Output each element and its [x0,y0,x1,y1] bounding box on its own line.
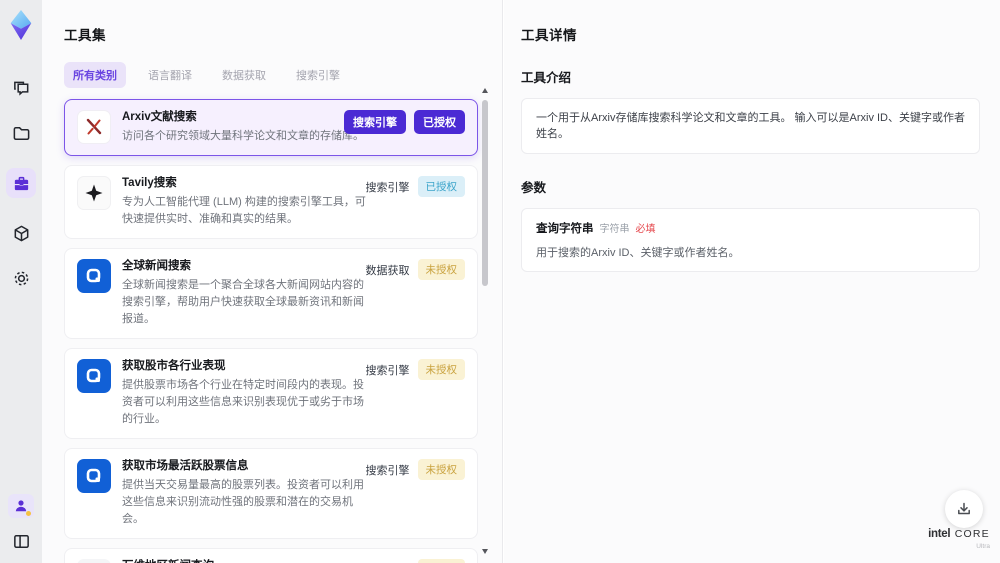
scrollbar-thumb[interactable] [482,100,488,286]
page-title: 工具集 [64,28,106,43]
tool-detail-panel: 工具详情 工具介绍 一个用于从Arxiv存储库搜索科学论文和文章的工具。 输入可… [504,0,1000,563]
app-window: 工具集 所有类别 语言翻译 数据获取 搜索引擎 Arxiv文献搜索 访问各个研究… [0,0,1000,563]
qblue-icon [77,459,111,493]
auth-status-badge: 未授权 [417,459,465,480]
tool-description: 全球新闻搜索是一个聚合全球各大新闻网站内容的搜索引擎，帮助用户快速获取全球最新资… [122,279,364,325]
sidebar-nav [6,78,36,288]
list-scrollbar [481,86,489,556]
tool-card[interactable]: Tavily搜索 专为人工智能代理 (LLM) 构建的搜索引擎工具，可快速提供实… [64,165,478,239]
tool-tags: 搜索引擎 已授权 [365,176,465,198]
tool-card[interactable]: Arxiv文献搜索 访问各个研究领域大量科学论文和文章的存储库。 搜索引擎 已授… [64,99,478,156]
status-dot [26,511,31,516]
intro-heading: 工具介绍 [521,71,572,85]
intel-core-logo: intel CORE Ultra [922,527,996,553]
toolbox-icon[interactable] [6,168,36,198]
parameter-type: 字符串 [599,224,630,235]
download-button[interactable] [945,490,983,528]
intro-text-box: 一个用于从Arxiv存储库搜索科学论文和文章的工具。 输入可以是Arxiv ID… [521,98,980,154]
tool-description: 专为人工智能代理 (LLM) 构建的搜索引擎工具，可快速提供实时、准确和真实的结… [122,196,366,225]
tool-card[interactable]: 获取股市各行业表现 提供股票市场各个行业在特定时间段内的表现。投资者可以利用这些… [64,348,478,439]
params-heading: 参数 [521,181,547,195]
sidebar-bottom [8,494,34,551]
tool-category-tag: 搜索引擎 [365,465,410,477]
cube-icon[interactable] [11,223,31,243]
category-tabs: 所有类别 语言翻译 数据获取 搜索引擎 [64,62,502,88]
tool-tags: 数据获取 未授权 [365,259,465,281]
category-tab[interactable]: 数据获取 [214,62,274,88]
folder-icon[interactable] [11,123,31,143]
chat-icon[interactable] [11,78,31,98]
auth-status-badge: 未授权 [417,359,465,380]
arxiv-icon [77,110,111,144]
auth-status-badge: 未授权 [417,559,465,563]
core-wordmark: CORE [954,528,990,540]
qblue-icon [77,259,111,293]
tool-description: 访问各个研究领域大量科学论文和文章的存储库。 [122,130,364,142]
parameter-header: 查询字符串 字符串 必填 [536,220,965,236]
tool-category-tag: 搜索引擎 [366,559,410,563]
qblue-icon [77,359,111,393]
category-tab[interactable]: 搜索引擎 [288,62,348,88]
tool-category-tag: 搜索引擎 [365,182,410,194]
panel-toggle-icon[interactable] [11,531,31,551]
auth-status-badge: 已授权 [414,110,465,134]
auth-status-badge: 已授权 [417,176,465,197]
tool-category-tag: 搜索引擎 [344,110,406,134]
app-logo-icon [10,10,32,40]
sidebar [0,0,42,563]
tavily-icon [77,176,111,210]
parameter-description: 用于搜索的Arxiv ID、关键字或作者姓名。 [536,247,740,259]
tool-description: 提供当天交易量最高的股票列表。投资者可以利用这些信息来识别流动性强的股票和潜在的… [122,479,364,525]
settings-gear-icon[interactable] [11,268,31,288]
user-avatar-icon[interactable] [8,494,34,518]
tool-card[interactable]: 获取市场最活跃股票信息 提供当天交易量最高的股票列表。投资者可以利用这些信息来识… [64,448,478,539]
detail-title: 工具详情 [521,28,577,43]
scroll-up-arrow-icon[interactable] [482,88,488,93]
tool-list: Arxiv文献搜索 访问各个研究领域大量科学论文和文章的存储库。 搜索引擎 已授… [64,99,478,563]
tool-card[interactable]: 万维地区新闻查询 查询具体行政区划内的新闻，快速了解各地新闻动 搜索引擎 未授权 [64,548,478,563]
download-icon [958,502,970,515]
tool-category-tag: 搜索引擎 [365,365,410,377]
intel-wordmark: intel [928,528,951,540]
toolset-panel: 工具集 所有类别 语言翻译 数据获取 搜索引擎 Arxiv文献搜索 访问各个研究… [42,0,503,563]
scroll-down-arrow-icon[interactable] [482,549,488,554]
auth-status-badge: 未授权 [417,259,465,280]
tool-description: 提供股票市场各个行业在特定时间段内的表现。投资者可以利用这些信息来识别表现优于或… [122,379,364,425]
tool-tags: 搜索引擎 未授权 [365,359,465,381]
parameter-name: 查询字符串 [536,223,594,235]
parameter-required-flag: 必填 [635,224,656,235]
tool-tags: 搜索引擎 未授权 [366,559,465,563]
core-sub-label: Ultra [976,543,990,550]
building-icon [77,559,111,563]
tool-category-tag: 数据获取 [365,265,410,277]
category-tab[interactable]: 所有类别 [64,62,126,88]
parameter-box: 查询字符串 字符串 必填 用于搜索的Arxiv ID、关键字或作者姓名。 [521,208,980,272]
tool-tags: 搜索引擎 已授权 [344,110,465,134]
tool-card[interactable]: 全球新闻搜索 全球新闻搜索是一个聚合全球各大新闻网站内容的搜索引擎，帮助用户快速… [64,248,478,339]
tool-tags: 搜索引擎 未授权 [365,459,465,481]
category-tab[interactable]: 语言翻译 [140,62,200,88]
